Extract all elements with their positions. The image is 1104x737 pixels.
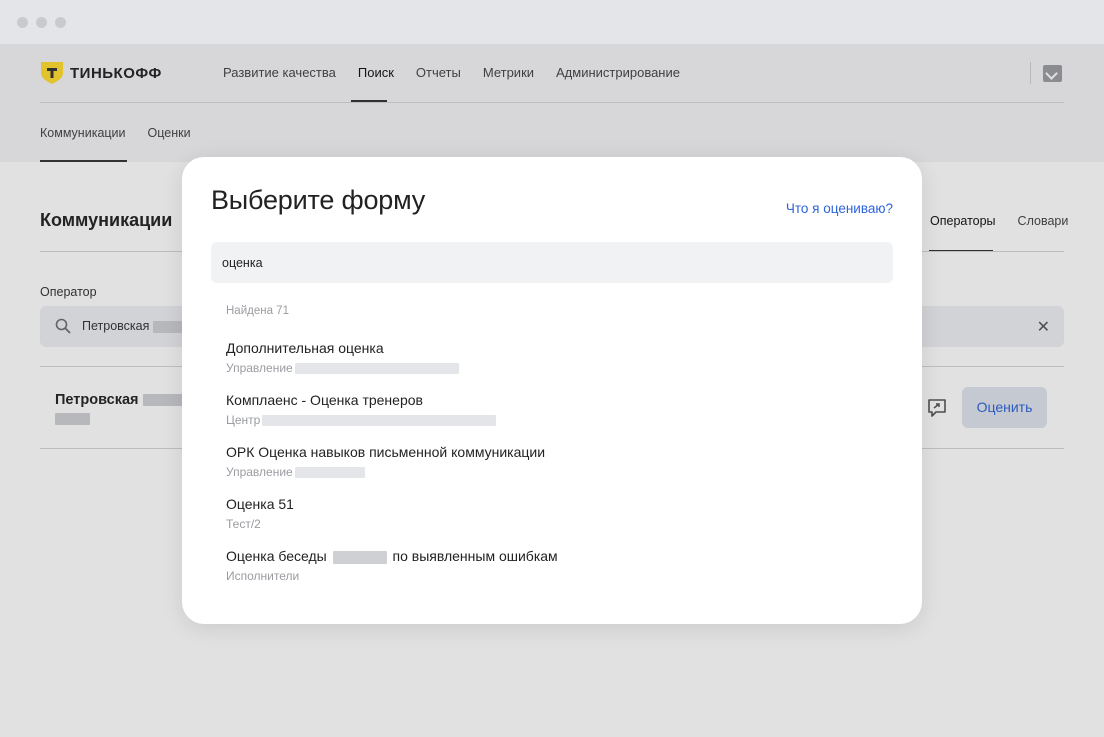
form-item[interactable]: Оценка беседы по выявленным ошибкам Испо… <box>226 548 866 592</box>
form-item-subtitle: Управление <box>226 465 365 479</box>
help-link[interactable]: Что я оцениваю? <box>786 201 893 216</box>
modal-title: Выберите форму <box>211 185 426 215</box>
form-item-title: Оценка беседы по выявленным ошибкам <box>226 548 558 564</box>
form-item-subtitle: Управление <box>226 361 459 375</box>
form-item[interactable]: Комплаенс - Оценка тренеров Центр <box>226 392 866 436</box>
form-item-subtitle: Центр <box>226 413 497 427</box>
form-item-subtitle: Тест/2 <box>226 517 261 531</box>
form-item-title: Оценка 51 <box>226 496 294 512</box>
redacted-text <box>332 550 387 564</box>
select-form-modal: Выберите форму Что я оцениваю? Найдена 7… <box>182 157 922 624</box>
redacted-text <box>294 467 365 479</box>
form-item-subtitle: Исполнители <box>226 569 300 583</box>
form-item[interactable]: ОРК Оценка навыков письменной коммуникац… <box>226 444 866 488</box>
window-maximize-dot[interactable] <box>55 17 66 28</box>
form-item[interactable]: Оценка 51 Тест/2 <box>226 496 866 540</box>
results-count: Найдена 71 <box>226 305 289 317</box>
window-minimize-dot[interactable] <box>36 17 47 28</box>
window-close-dot[interactable] <box>17 17 28 28</box>
window-titlebar <box>0 0 1104 44</box>
form-item-title: Комплаенс - Оценка тренеров <box>226 392 423 408</box>
form-search-input[interactable] <box>211 242 893 283</box>
form-item[interactable]: Дополнительная оценка Управление <box>226 340 866 384</box>
form-item-title: ОРК Оценка навыков письменной коммуникац… <box>226 444 546 460</box>
form-item-title: Дополнительная оценка <box>226 340 384 356</box>
redacted-text <box>294 363 459 375</box>
redacted-text <box>262 415 497 427</box>
